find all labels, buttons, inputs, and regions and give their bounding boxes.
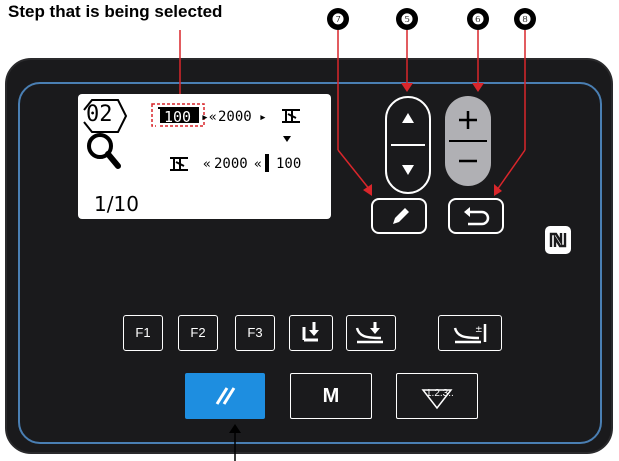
f3-key[interactable]: F3 [235,315,275,351]
down-button[interactable] [385,145,431,194]
edit-button[interactable] [371,198,427,234]
f1-key[interactable]: F1 [123,315,163,351]
svg-text:±: ± [475,325,483,335]
row1-count: 2000 [218,109,252,125]
row1-count-arrows: ▸« [201,110,217,125]
edit-pencil-icon [393,208,409,224]
feed-key[interactable]: ± [438,315,502,351]
plus-button[interactable] [445,96,491,141]
thread-trim-key-icon [355,322,383,344]
up-arrow-icon [402,113,414,123]
return-button[interactable] [448,198,504,234]
feed-icon: ± [453,324,487,344]
row2-count: 2000 [214,156,248,172]
mode-button[interactable]: M [290,373,372,419]
counter-button[interactable]: 1.2.3.. [396,373,478,419]
needle-icon [156,109,160,127]
page-number: 1/10 [94,192,139,216]
counter-label: 1.2.3.. [426,388,454,399]
thread-trim-icon-2 [170,157,188,171]
up-button[interactable] [385,96,431,145]
needle-icon-2 [265,154,269,172]
row1-value: 100 [164,108,192,126]
row1-count-end: ▸ [259,110,267,125]
down-arrow-icon [402,165,414,175]
reset-icon [215,387,236,405]
minus-icon [459,159,477,163]
search-magnifier-icon [87,133,121,169]
thread-trim-icon [282,109,300,123]
minus-button[interactable] [445,141,491,186]
reset-button[interactable] [185,373,265,419]
return-arrow-icon [464,207,490,226]
plus-icon [459,111,477,129]
f2-key[interactable]: F2 [178,315,218,351]
row2-count-end: « [254,157,262,172]
thread-trim-key[interactable] [346,315,396,351]
row2-value: 100 [276,156,302,172]
presser-foot-key[interactable] [289,315,333,351]
row2-count-arrows: « [203,157,211,172]
pattern-number: 02 [86,102,113,127]
nfc-icon [545,226,571,254]
presser-foot-icon [302,322,319,342]
